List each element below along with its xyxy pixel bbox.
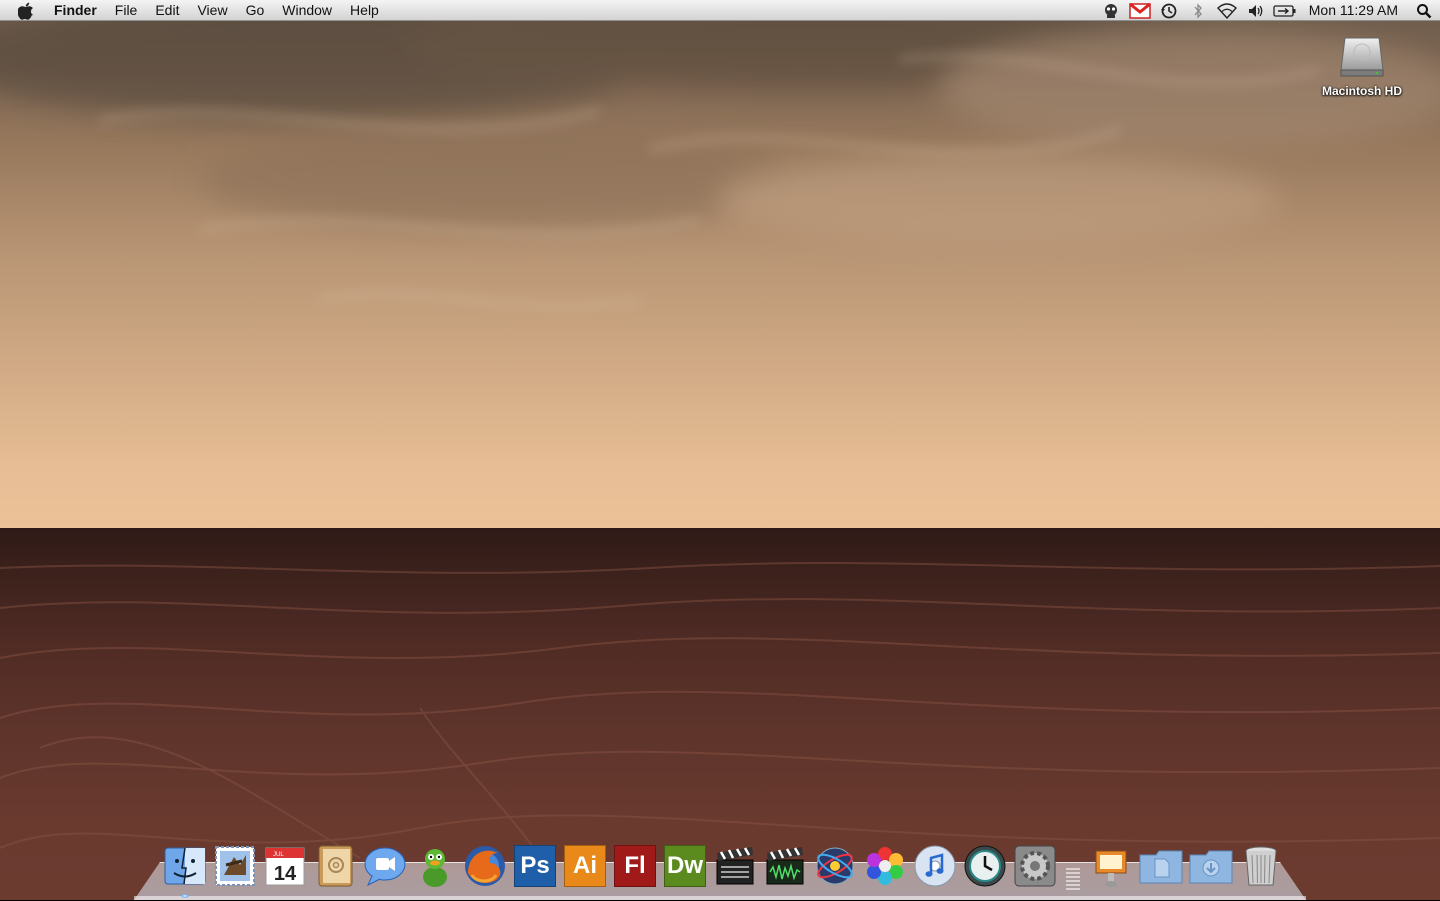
dock-shelf-edge [134,896,1306,900]
menu-file[interactable]: File [106,0,147,21]
dreamweaver-icon: Dw [664,845,706,887]
ichat-icon [364,847,406,887]
menu-go[interactable]: Go [237,0,274,21]
dock-motion[interactable] [811,842,859,890]
documents-folder-icon [1139,850,1183,884]
trash-icon [1245,846,1277,886]
dock-finder[interactable] [161,842,209,898]
motion-icon [816,847,854,885]
preview-stack-icon [1095,850,1127,887]
growl-icon[interactable] [1097,0,1126,21]
time-machine-icon [964,845,1006,887]
illustrator-icon: Ai [564,845,606,887]
time-machine-icon[interactable] [1155,0,1184,21]
desktop-icon-macintosh-hd[interactable]: Macintosh HD [1312,30,1412,100]
spotlight-search-icon[interactable] [1408,0,1440,21]
wifi-icon[interactable] [1213,0,1242,21]
dock-firefox[interactable] [461,842,509,890]
dock-final-cut[interactable] [711,842,759,890]
desktop-icon-label: Macintosh HD [1321,84,1402,98]
dock-address-book[interactable] [311,842,359,890]
dock-documents-folder[interactable] [1137,842,1185,890]
soundtrack-icon [766,847,804,885]
dock-itunes[interactable] [911,842,959,890]
menu-edit[interactable]: Edit [146,0,188,21]
dock-flash[interactable]: Fl [611,842,659,890]
gear-icon [1014,845,1056,887]
downloads-folder-icon [1189,850,1233,884]
dock-ical[interactable]: JUL 14 [261,842,309,890]
mail-icon [215,846,255,886]
dock-mail[interactable] [211,842,259,890]
menu-window[interactable]: Window [273,0,341,21]
desktop-wallpaper [0,0,1440,900]
color-wheel-icon [867,847,903,885]
dock-photoshop[interactable]: Ps [511,842,559,890]
dock-time-machine[interactable] [961,842,1009,890]
gmail-notifier-icon[interactable] [1126,0,1155,21]
menu-help[interactable]: Help [341,0,388,21]
dock-trash[interactable] [1237,842,1285,890]
bluetooth-icon[interactable] [1184,0,1213,21]
clapperboard-icon [716,847,754,885]
photoshop-icon: Ps [514,845,556,887]
hard-drive-icon [1337,30,1387,80]
dock-adium[interactable] [411,842,459,890]
calendar-icon: JUL 14 [265,847,305,886]
volume-icon[interactable] [1242,0,1271,21]
dock-color[interactable] [861,842,909,890]
dock-soundtrack[interactable] [761,842,809,890]
adium-duck-icon [423,849,447,887]
itunes-icon [914,845,956,887]
apple-menu-icon[interactable] [0,0,52,21]
menu-view[interactable]: View [188,0,236,21]
firefox-icon [465,846,505,886]
dock-downloads-folder[interactable] [1187,842,1235,890]
address-book-icon [318,845,353,887]
dock: JUL 14 Ps Ai Fl Dw [160,834,1286,898]
calendar-day: 14 [274,863,297,885]
dock-ichat[interactable] [361,842,409,890]
dock-preview-stack[interactable] [1087,842,1135,890]
dock-illustrator[interactable]: Ai [561,842,609,890]
battery-icon[interactable] [1271,0,1300,21]
dock-system-preferences[interactable] [1011,842,1059,890]
wallpaper-clouds [0,0,1440,309]
flash-icon: Fl [614,845,656,887]
calendar-month: JUL [273,852,284,858]
dock-dreamweaver[interactable]: Dw [661,842,709,890]
dock-separator [1066,846,1080,890]
menu-app-finder[interactable]: Finder [52,0,106,21]
finder-icon [164,847,206,885]
running-indicator [181,894,189,898]
menu-clock[interactable]: Mon 11:29 AM [1300,0,1408,21]
menu-bar: Finder File Edit View Go Window Help Mon… [0,0,1440,21]
